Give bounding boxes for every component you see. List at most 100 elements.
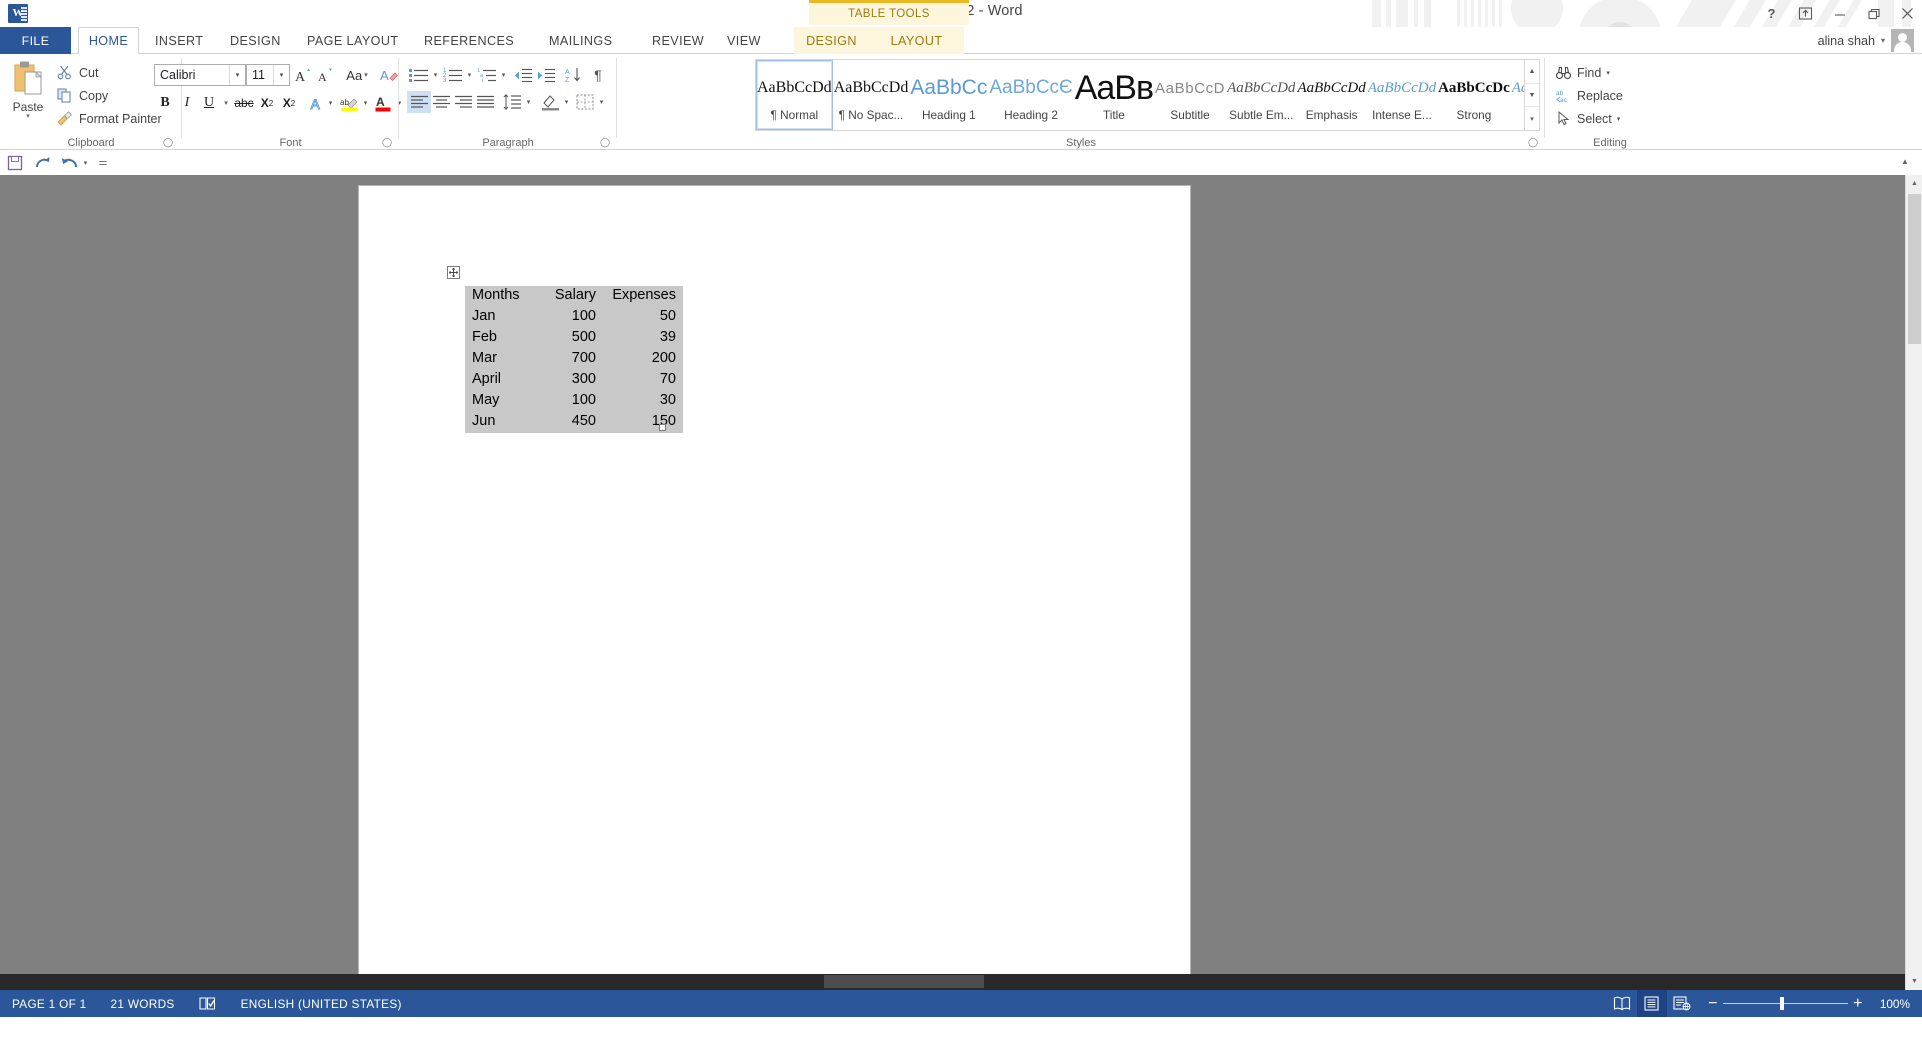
table-cell-salary[interactable]: 500 [539, 328, 603, 349]
numbering-button[interactable]: 123 [441, 65, 465, 85]
styles-gallery-scroll[interactable]: ▲ ▼ ▾ [1525, 59, 1540, 131]
tab-page-layout[interactable]: PAGE LAYOUT [296, 27, 409, 54]
table-cell-month[interactable]: Jan [465, 307, 539, 328]
horizontal-scrollbar[interactable] [0, 974, 1905, 990]
chevron-down-icon[interactable]: ▾ [26, 113, 30, 120]
styles-gallery[interactable]: AaBbCcDd ¶ Normal AaBbCcDd ¶ No Spac... … [755, 59, 1525, 131]
style-item-intense-emphasis[interactable]: AaBbCcDd Intense E... [1367, 60, 1437, 130]
style-item-title[interactable]: AaBʙ Title [1074, 60, 1154, 130]
print-layout-icon[interactable] [1636, 990, 1667, 1017]
strikethrough-button[interactable]: abc [232, 92, 256, 114]
chevron-down-icon[interactable]: ▾ [1617, 115, 1621, 123]
text-effects-dropdown-icon[interactable]: ▾ [325, 92, 336, 114]
tab-references[interactable]: REFERENCES [413, 27, 525, 54]
find-button[interactable]: Find ▾ [1555, 62, 1610, 83]
styles-scroll-down-icon[interactable]: ▼ [1525, 84, 1539, 108]
redo-icon[interactable] [32, 153, 52, 172]
table-resize-handle-icon[interactable] [659, 424, 666, 431]
format-painter-button[interactable]: Format Painter [56, 108, 162, 129]
shading-dropdown-icon[interactable]: ▾ [561, 91, 572, 113]
decrease-indent-button[interactable] [512, 65, 535, 85]
align-center-button[interactable] [429, 91, 453, 113]
replace-button[interactable]: ab ac Replace [1555, 85, 1623, 106]
table-header-salary[interactable]: Salary [539, 286, 603, 307]
style-item-emphasis[interactable]: AaBbCcDd Emphasis [1296, 60, 1366, 130]
tab-view[interactable]: VIEW [716, 27, 772, 54]
scroll-up-icon[interactable]: ▲ [1906, 175, 1922, 192]
horizontal-scroll-thumb[interactable] [824, 975, 984, 988]
document-page[interactable]: Months Salary Expenses Jan 100 50 Feb 50… [359, 186, 1190, 990]
minimize-icon[interactable] [1831, 5, 1848, 22]
clear-formatting-button[interactable]: A [378, 65, 400, 85]
restore-icon[interactable] [1865, 5, 1882, 22]
bullets-dropdown-icon[interactable]: ▾ [430, 65, 441, 85]
page-indicator[interactable]: PAGE 1 OF 1 [0, 997, 99, 1011]
tab-review[interactable]: REVIEW [641, 27, 715, 54]
superscript-button[interactable]: X2 [278, 92, 300, 114]
ribbon-display-options-icon[interactable] [1797, 5, 1814, 22]
table-cell-expenses[interactable]: 70 [603, 370, 683, 391]
table-row[interactable]: Jan 100 50 [465, 307, 683, 328]
line-spacing-button[interactable] [500, 91, 524, 113]
table-row-header[interactable]: Months Salary Expenses [465, 286, 683, 307]
font-family-input[interactable]: Calibri ▾ [154, 64, 246, 86]
data-table[interactable]: Months Salary Expenses Jan 100 50 Feb 50… [465, 286, 683, 433]
paste-button[interactable]: Paste ▾ [6, 58, 50, 130]
tab-mailings[interactable]: MAILINGS [538, 27, 623, 54]
underline-button[interactable]: U [198, 92, 220, 114]
numbering-dropdown-icon[interactable]: ▾ [464, 65, 475, 85]
scroll-down-icon[interactable]: ▼ [1906, 973, 1922, 990]
subscript-button[interactable]: X2 [256, 92, 278, 114]
highlight-dropdown-icon[interactable]: ▾ [360, 92, 371, 114]
table-header-months[interactable]: Months [465, 286, 539, 307]
text-highlight-button[interactable]: ab [337, 92, 361, 114]
paragraph-dialog-launcher[interactable]: ◯ [599, 136, 611, 148]
borders-button[interactable] [573, 91, 597, 113]
undo-icon[interactable] [58, 153, 80, 172]
shading-button[interactable] [538, 91, 562, 113]
table-cell-salary[interactable]: 450 [539, 412, 603, 433]
styles-scroll-up-icon[interactable]: ▲ [1525, 60, 1539, 84]
table-cell-month[interactable]: Jun [465, 412, 539, 433]
increase-indent-button[interactable] [535, 65, 558, 85]
zoom-in-button[interactable]: + [1848, 995, 1868, 1011]
account-area[interactable]: alina shah ▾ [1818, 29, 1914, 52]
chevron-down-icon[interactable]: ▾ [1606, 69, 1610, 77]
table-cell-month[interactable]: May [465, 391, 539, 412]
style-item-normal[interactable]: AaBbCcDd ¶ Normal [756, 60, 833, 130]
styles-dialog-launcher[interactable]: ◯ [1527, 136, 1539, 148]
zoom-thumb[interactable] [1779, 997, 1784, 1010]
multilevel-list-button[interactable]: 1ai [475, 65, 499, 85]
bullets-button[interactable] [407, 65, 431, 85]
tab-home[interactable]: HOME [78, 27, 139, 55]
cut-button[interactable]: Cut [56, 62, 98, 83]
word-count[interactable]: 21 WORDS [99, 997, 187, 1011]
table-row[interactable]: April 300 70 [465, 370, 683, 391]
zoom-track[interactable] [1722, 997, 1848, 1010]
help-icon[interactable]: ? [1763, 5, 1780, 22]
table-cell-expenses[interactable]: 50 [603, 307, 683, 328]
tab-table-design[interactable]: DESIGN [794, 27, 869, 54]
style-item-no-spacing[interactable]: AaBbCcDd ¶ No Spac... [833, 60, 910, 130]
tab-design[interactable]: DESIGN [219, 27, 292, 54]
undo-dropdown-icon[interactable]: ▾ [80, 153, 91, 172]
table-move-handle-icon[interactable] [447, 266, 460, 279]
sort-button[interactable]: AZ [562, 65, 585, 85]
table-cell-salary[interactable]: 700 [539, 349, 603, 370]
read-mode-icon[interactable] [1607, 990, 1637, 1017]
table-cell-salary[interactable]: 300 [539, 370, 603, 391]
chevron-down-icon[interactable]: ▾ [273, 65, 289, 85]
table-cell-expenses[interactable]: 200 [603, 349, 683, 370]
close-icon[interactable] [1899, 5, 1916, 22]
copy-button[interactable]: Copy [56, 85, 108, 106]
table-cell-expenses[interactable]: 150 [603, 412, 683, 433]
table-cell-month[interactable]: April [465, 370, 539, 391]
web-layout-icon[interactable] [1667, 990, 1697, 1017]
multilevel-dropdown-icon[interactable]: ▾ [498, 65, 509, 85]
chevron-down-icon[interactable]: ▾ [1881, 36, 1885, 45]
chevron-down-icon[interactable]: ▾ [229, 65, 245, 85]
zoom-out-button[interactable]: − [1703, 995, 1723, 1011]
font-dialog-launcher[interactable]: ◯ [381, 136, 393, 148]
table-cell-month[interactable]: Feb [465, 328, 539, 349]
font-size-input[interactable]: 11 ▾ [246, 64, 290, 86]
